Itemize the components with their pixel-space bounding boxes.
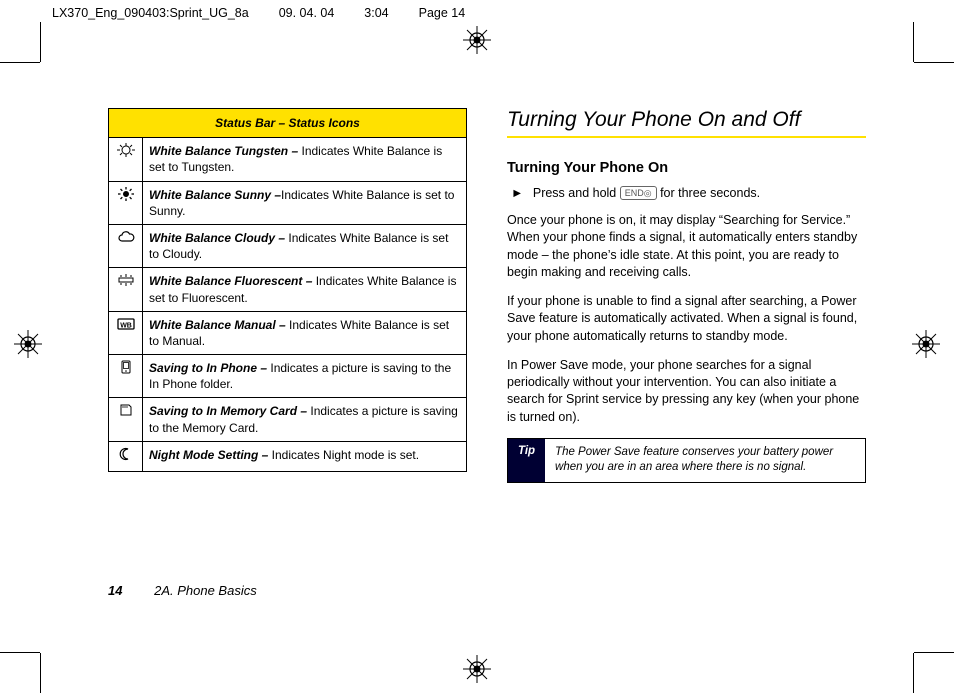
tip-text: The Power Save feature conserves your ba… (545, 439, 865, 482)
status-icons-table: Status Bar – Status Icons White Balance … (108, 108, 467, 472)
content-area: Status Bar – Status Icons White Balance … (108, 108, 866, 578)
crop-mark (914, 652, 954, 653)
paragraph: If your phone is unable to find a signal… (507, 293, 866, 345)
row-text: White Balance Sunny –Indicates White Bal… (143, 181, 467, 224)
table-row: WB White Balance Manual – Indicates Whit… (109, 311, 467, 354)
crop-mark (914, 62, 954, 63)
crop-mark (913, 22, 914, 62)
section-heading: Turning Your Phone On and Off (507, 108, 866, 138)
table-row: Saving to In Memory Card – Indicates a p… (109, 398, 467, 441)
row-text: White Balance Fluorescent – Indicates Wh… (143, 268, 467, 311)
wb-tungsten-icon (109, 138, 143, 181)
table-row: White Balance Tungsten – Indicates White… (109, 138, 467, 181)
page-number: 14 (108, 583, 122, 598)
footer-section: 2A. Phone Basics (154, 583, 257, 598)
svg-text:WB: WB (120, 322, 132, 329)
right-column: Turning Your Phone On and Off Turning Yo… (507, 108, 866, 578)
manual-page: LX370_Eng_090403:Sprint_UG_8a 09. 04. 04… (0, 0, 954, 693)
wb-sunny-icon (109, 181, 143, 224)
registration-mark-icon (14, 330, 42, 358)
wb-fluorescent-icon (109, 268, 143, 311)
subheading-turn-on: Turning Your Phone On (507, 160, 866, 176)
page-footer: 14 2A. Phone Basics (108, 583, 257, 598)
night-mode-icon (109, 441, 143, 471)
wb-cloudy-icon (109, 224, 143, 267)
step-text-a: Press and hold (533, 186, 620, 200)
triangle-bullet-icon: ► (511, 186, 523, 200)
registration-mark-icon (463, 655, 491, 683)
table-body: White Balance Tungsten – Indicates White… (109, 138, 467, 472)
print-job-slug: LX370_Eng_090403:Sprint_UG_8a 09. 04. 04… (52, 6, 904, 20)
save-phone-icon (109, 355, 143, 398)
table-row: Saving to In Phone – Indicates a picture… (109, 355, 467, 398)
crop-mark (0, 652, 40, 653)
table-row: White Balance Cloudy – Indicates White B… (109, 224, 467, 267)
crop-mark (40, 22, 41, 62)
left-column: Status Bar – Status Icons White Balance … (108, 108, 467, 578)
row-text: White Balance Tungsten – Indicates White… (143, 138, 467, 181)
crop-mark (40, 653, 41, 693)
row-text: Saving to In Phone – Indicates a picture… (143, 355, 467, 398)
step-text-b: for three seconds. (660, 186, 760, 200)
job-time: 3:04 (364, 6, 388, 20)
row-text: White Balance Manual – Indicates White B… (143, 311, 467, 354)
paragraph: Once your phone is on, it may display “S… (507, 212, 866, 281)
tip-label: Tip (508, 439, 545, 482)
crop-mark (0, 62, 40, 63)
row-text: White Balance Cloudy – Indicates White B… (143, 224, 467, 267)
registration-mark-icon (912, 330, 940, 358)
tip-callout: Tip The Power Save feature conserves you… (507, 438, 866, 483)
table-row: White Balance Fluorescent – Indicates Wh… (109, 268, 467, 311)
table-row: White Balance Sunny –Indicates White Bal… (109, 181, 467, 224)
table-row: Night Mode Setting – Indicates Night mod… (109, 441, 467, 471)
save-memcard-icon (109, 398, 143, 441)
job-page: Page 14 (419, 6, 466, 20)
step-press-hold: ► Press and hold END◎ for three seconds. (507, 186, 866, 200)
row-text: Saving to In Memory Card – Indicates a p… (143, 398, 467, 441)
table-header: Status Bar – Status Icons (109, 109, 467, 138)
job-file: LX370_Eng_090403:Sprint_UG_8a (52, 6, 249, 20)
registration-mark-icon (463, 26, 491, 54)
end-key-icon: END◎ (620, 186, 657, 200)
crop-mark (913, 653, 914, 693)
row-text: Night Mode Setting – Indicates Night mod… (143, 441, 467, 471)
wb-manual-icon: WB (109, 311, 143, 354)
paragraph: In Power Save mode, your phone searches … (507, 357, 866, 426)
job-date: 09. 04. 04 (279, 6, 335, 20)
